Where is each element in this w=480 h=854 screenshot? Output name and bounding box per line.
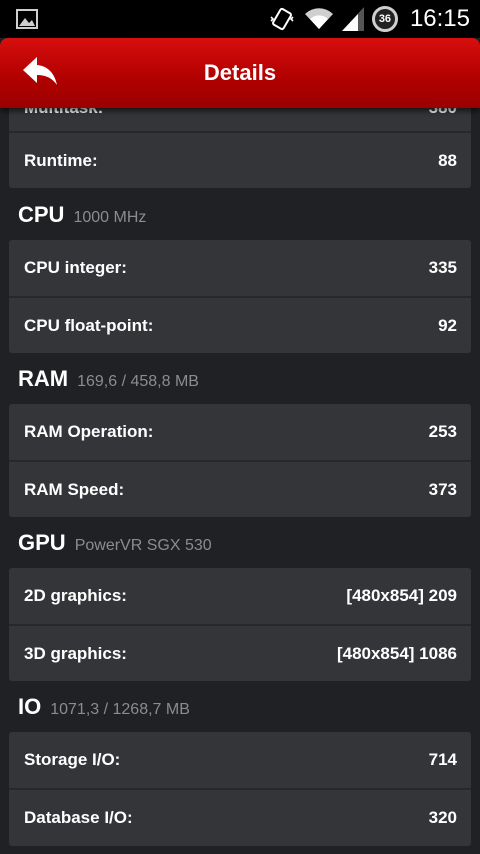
row-value: [480x854] 209 [346, 586, 457, 605]
details-list[interactable]: Multitask: 380 Runtime: 88 CPU 1000 MHz … [0, 0, 480, 854]
cpu-card: CPU integer: 335 CPU float-point: 92 [9, 240, 471, 353]
section-title: RAM [18, 366, 69, 391]
row-label: RAM Operation: [24, 422, 154, 441]
section-subtitle: PowerVR SGX 530 [74, 537, 212, 554]
section-cpu-header: CPU 1000 MHz [18, 202, 146, 228]
list-item: RAM Operation: 253 [9, 404, 471, 460]
list-item: 3D graphics: [480x854] 1086 [9, 626, 471, 682]
section-gpu-header: GPU PowerVR SGX 530 [18, 530, 212, 556]
row-label: 2D graphics: [24, 586, 127, 605]
row-label: 3D graphics: [24, 644, 127, 663]
section-ram-header: RAM 169,6 / 458,8 MB [18, 366, 199, 392]
section-title: GPU [18, 530, 66, 555]
gpu-card: 2D graphics: [480x854] 209 3D graphics: … [9, 568, 471, 681]
row-value: 92 [438, 316, 457, 335]
row-label: CPU integer: [24, 258, 127, 277]
section-io-header: IO 1071,3 / 1268,7 MB [18, 694, 190, 720]
list-item: Storage I/O: 714 [9, 732, 471, 788]
runtime-row: Runtime: 88 [9, 133, 471, 189]
ram-card: RAM Operation: 253 RAM Speed: 373 [9, 404, 471, 517]
list-item: 2D graphics: [480x854] 209 [9, 568, 471, 624]
row-value: 320 [428, 808, 457, 827]
row-label: CPU float-point: [24, 316, 154, 335]
io-card: Storage I/O: 714 Database I/O: 320 [9, 732, 471, 846]
list-item: CPU integer: 335 [9, 240, 471, 296]
row-value: 253 [428, 422, 457, 441]
row-label: Storage I/O: [24, 750, 121, 769]
row-value: [480x854] 1086 [336, 644, 457, 663]
row-label: Runtime: [24, 151, 98, 170]
row-label: Database I/O: [24, 808, 133, 827]
app-bar: Details [0, 38, 480, 108]
row-value: 714 [428, 750, 457, 769]
row-value: 373 [428, 480, 457, 499]
list-item: RAM Speed: 373 [9, 462, 471, 518]
section-title: IO [18, 694, 42, 719]
row-label: RAM Speed: [24, 480, 125, 499]
section-title: CPU [18, 202, 65, 227]
list-item: CPU float-point: 92 [9, 298, 471, 354]
list-item: Database I/O: 320 [9, 790, 471, 846]
section-subtitle: 1071,3 / 1268,7 MB [50, 701, 190, 718]
row-value: 335 [428, 258, 457, 277]
section-subtitle: 1000 MHz [73, 209, 147, 226]
row-value: 88 [438, 151, 457, 170]
section-subtitle: 169,6 / 458,8 MB [77, 373, 199, 390]
page-title: Details [203, 60, 277, 85]
